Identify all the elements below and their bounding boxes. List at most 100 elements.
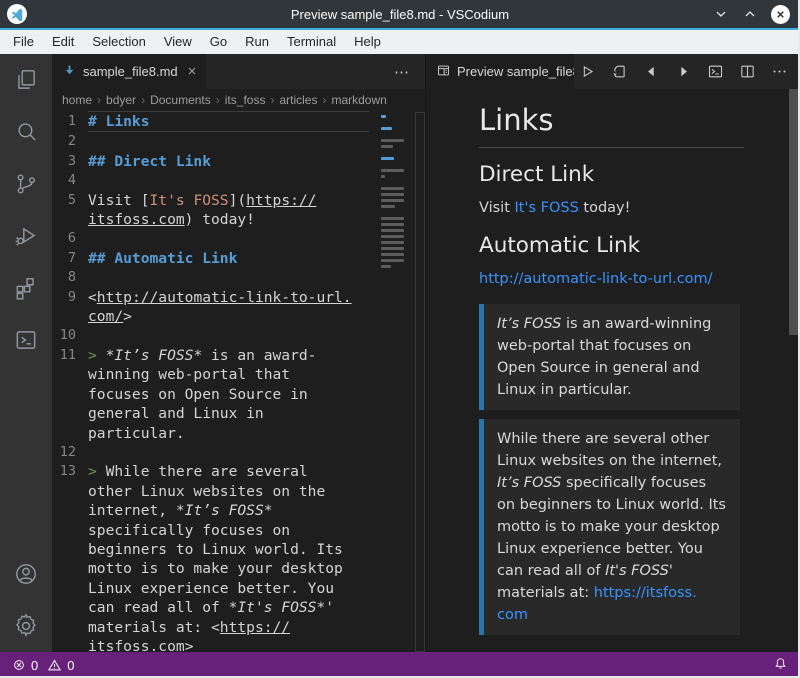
activity-account-icon[interactable]	[0, 548, 52, 600]
activity-settings-icon[interactable]	[0, 600, 52, 652]
menu-file[interactable]: File	[4, 30, 43, 54]
menu-go[interactable]: Go	[201, 30, 236, 54]
tab-sample-file8[interactable]: sample_file8.md ×	[52, 54, 206, 89]
error-icon	[12, 658, 26, 672]
next-icon[interactable]	[672, 61, 694, 83]
vscodium-window: Preview sample_file8.md - VSCodium FileE…	[0, 0, 800, 678]
editor-line[interactable]: 4	[52, 171, 373, 190]
minimap-line	[381, 235, 404, 238]
split-editor-icon[interactable]	[736, 61, 758, 83]
editor-line[interactable]: 3## Direct Link	[52, 152, 373, 171]
preview-paragraph: http:/​/​automatic-link-to-url.​com/​	[479, 268, 744, 290]
code-editor[interactable]: 1# Links23## Direct Link45Visit [It's FO…	[52, 111, 425, 652]
editor-line[interactable]: 11> *It’s FOSS* is an award-winning web-…	[52, 346, 373, 443]
activity-source-control-icon[interactable]	[0, 158, 52, 210]
preview-link[interactable]: http:/​/​automatic-link-to-url.​com/​	[479, 271, 713, 287]
line-content: # Links	[88, 111, 369, 132]
line-number: 2	[52, 132, 88, 151]
minimap-line	[381, 187, 404, 190]
editor-line[interactable]: 12	[52, 443, 373, 462]
line-number: 7	[52, 249, 88, 268]
warning-icon	[47, 658, 62, 673]
editor-scrollbar[interactable]	[415, 112, 425, 652]
preview-blockquote: While there are several other Linux webs…	[479, 419, 740, 635]
activity-terminal-icon[interactable]	[0, 314, 52, 366]
run-icon[interactable]	[576, 61, 598, 83]
menu-selection[interactable]: Selection	[83, 30, 154, 54]
activity-search-icon[interactable]	[0, 106, 52, 158]
line-content	[88, 171, 357, 190]
notifications-bell-icon[interactable]	[773, 656, 788, 674]
minimap-line	[381, 253, 404, 256]
menu-terminal[interactable]: Terminal	[278, 30, 345, 54]
minimap-line	[381, 199, 404, 202]
markdown-file-icon	[62, 63, 77, 81]
problems-indicator[interactable]: 0 0	[12, 658, 74, 673]
preview-text: While there are several other Linux webs…	[497, 431, 722, 469]
menu-run[interactable]: Run	[236, 30, 278, 54]
minimap-line	[381, 229, 404, 232]
minimap-line	[381, 205, 395, 208]
minimap-line	[381, 145, 393, 148]
preview-blockquote: It’s FOSS is an award-winning web-portal…	[479, 304, 740, 410]
open-changes-icon[interactable]	[608, 61, 630, 83]
editor-line[interactable]: 8	[52, 268, 373, 287]
breadcrumb-item[interactable]: articles	[279, 93, 317, 107]
editor-line[interactable]: 1# Links	[52, 112, 373, 132]
breadcrumb-item[interactable]: markdown	[331, 93, 386, 107]
breadcrumb-item[interactable]: home	[62, 93, 92, 107]
line-content	[88, 443, 357, 462]
minimap-line	[381, 265, 391, 268]
minimap-line	[381, 217, 404, 220]
terminal-icon[interactable]	[704, 61, 726, 83]
minimap-line	[381, 139, 404, 142]
close-button[interactable]	[771, 5, 790, 24]
line-content: ## Direct Link	[88, 152, 357, 171]
editor-line[interactable]: 7## Automatic Link	[52, 249, 373, 268]
editor-line[interactable]: 5Visit [It's FOSS](https:/​/​itsfoss.​co…	[52, 191, 373, 230]
line-number: 1	[52, 112, 88, 132]
activity-bar	[0, 54, 52, 652]
previous-icon[interactable]	[640, 61, 662, 83]
breadcrumb[interactable]: home›bdyer›Documents›its_foss›articles›m…	[52, 89, 425, 111]
minimize-button[interactable]	[713, 6, 729, 22]
minimap-line	[381, 247, 404, 250]
open-preview-icon	[436, 63, 451, 81]
line-number: 6	[52, 229, 88, 248]
editor-line[interactable]: 13> While there are several other Linux …	[52, 462, 373, 652]
menu-edit[interactable]: Edit	[43, 30, 83, 54]
preview-toolbar	[576, 54, 800, 89]
activity-run-and-debug-icon[interactable]	[0, 210, 52, 262]
editor-line[interactable]: 10	[52, 326, 373, 345]
activity-explorer-icon[interactable]	[0, 54, 52, 106]
minimap-line	[381, 115, 386, 118]
tab-preview[interactable]: Preview sample_file8.md	[426, 54, 574, 89]
editor-line[interactable]: 9<http:/​/​automatic-link-to-url.​com/​>	[52, 288, 373, 327]
line-number: 11	[52, 346, 88, 443]
more-actions-icon[interactable]: ⋯	[394, 54, 425, 89]
editor-line[interactable]: 6	[52, 229, 373, 248]
tab-label: sample_file8.md	[83, 64, 178, 79]
line-content: > *It’s FOSS* is an award-winning web-po…	[88, 346, 357, 443]
tab-close-icon[interactable]: ×	[188, 63, 197, 80]
breadcrumb-item[interactable]: its_foss	[225, 93, 266, 107]
breadcrumb-separator: ›	[136, 93, 150, 107]
line-content: > While there are several other Linux we…	[88, 462, 357, 652]
minimap-line	[381, 127, 392, 130]
line-content	[88, 326, 357, 345]
minimap-line	[381, 223, 404, 226]
preview-link[interactable]: It's FOSS	[515, 200, 579, 216]
activity-extensions-icon[interactable]	[0, 262, 52, 314]
line-number: 12	[52, 443, 88, 462]
line-number: 3	[52, 152, 88, 171]
more-actions-icon[interactable]	[768, 61, 790, 83]
menu-view[interactable]: View	[155, 30, 201, 54]
minimap-line	[381, 169, 404, 172]
breadcrumb-item[interactable]: bdyer	[106, 93, 136, 107]
breadcrumb-item[interactable]: Documents	[150, 93, 211, 107]
status-bar: 0 0	[0, 652, 800, 678]
menu-help[interactable]: Help	[345, 30, 390, 54]
preview-paragraph: Visit It's FOSS today!	[479, 197, 744, 219]
editor-line[interactable]: 2	[52, 132, 373, 151]
maximize-button[interactable]	[742, 6, 758, 22]
